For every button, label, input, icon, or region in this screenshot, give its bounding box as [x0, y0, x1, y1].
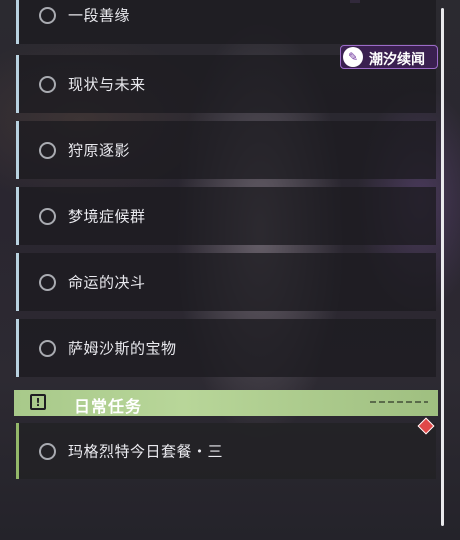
quest-label: 梦境症候群 [68, 207, 146, 226]
quest-label: 命运的决斗 [68, 273, 146, 292]
quest-item[interactable]: 梦境症候群 [16, 187, 436, 245]
quest-accent-bar [16, 0, 19, 44]
quest-label: 一段善缘 [68, 6, 131, 25]
daily-quest-item[interactable]: 玛格烈特今日套餐・三 [16, 423, 436, 479]
header-decoration [370, 401, 428, 403]
quest-label: 玛格烈特今日套餐・三 [68, 442, 224, 461]
quest-label: 狩原逐影 [68, 141, 131, 160]
badge-text: 潮汐续闻 [369, 52, 425, 68]
exclamation-icon: ! [30, 394, 46, 410]
radio-circle-icon [39, 442, 56, 460]
quest-accent-bar [16, 423, 19, 479]
radio-circle-icon [39, 6, 56, 24]
quest-label: 萨姆沙斯的宝物 [68, 339, 177, 358]
radio-circle-icon [39, 75, 56, 93]
quest-label: 现状与未来 [68, 75, 146, 94]
quest-accent-bar [16, 187, 19, 245]
scrollbar[interactable] [441, 8, 444, 526]
quest-accent-bar [16, 319, 19, 377]
radio-circle-icon [39, 339, 56, 357]
daily-section-title: 日常任务 [74, 397, 143, 416]
quest-accent-bar [16, 55, 19, 113]
quest-item[interactable]: 萨姆沙斯的宝物 [16, 319, 436, 377]
quest-item[interactable]: 命运的决斗 [16, 253, 436, 311]
quest-accent-bar [16, 253, 19, 311]
daily-section-header[interactable]: ! 日常任务 [14, 390, 438, 416]
quest-item[interactable]: 一段善缘 [16, 0, 436, 44]
tide-news-badge[interactable]: ✎ 潮汐续闻 [340, 45, 438, 69]
quest-accent-bar [16, 121, 19, 179]
radio-circle-icon [39, 207, 56, 225]
pen-logo-icon: ✎ [343, 47, 363, 67]
radio-circle-icon [39, 141, 56, 159]
quest-item[interactable]: 狩原逐影 [16, 121, 436, 179]
radio-circle-icon [39, 273, 56, 291]
